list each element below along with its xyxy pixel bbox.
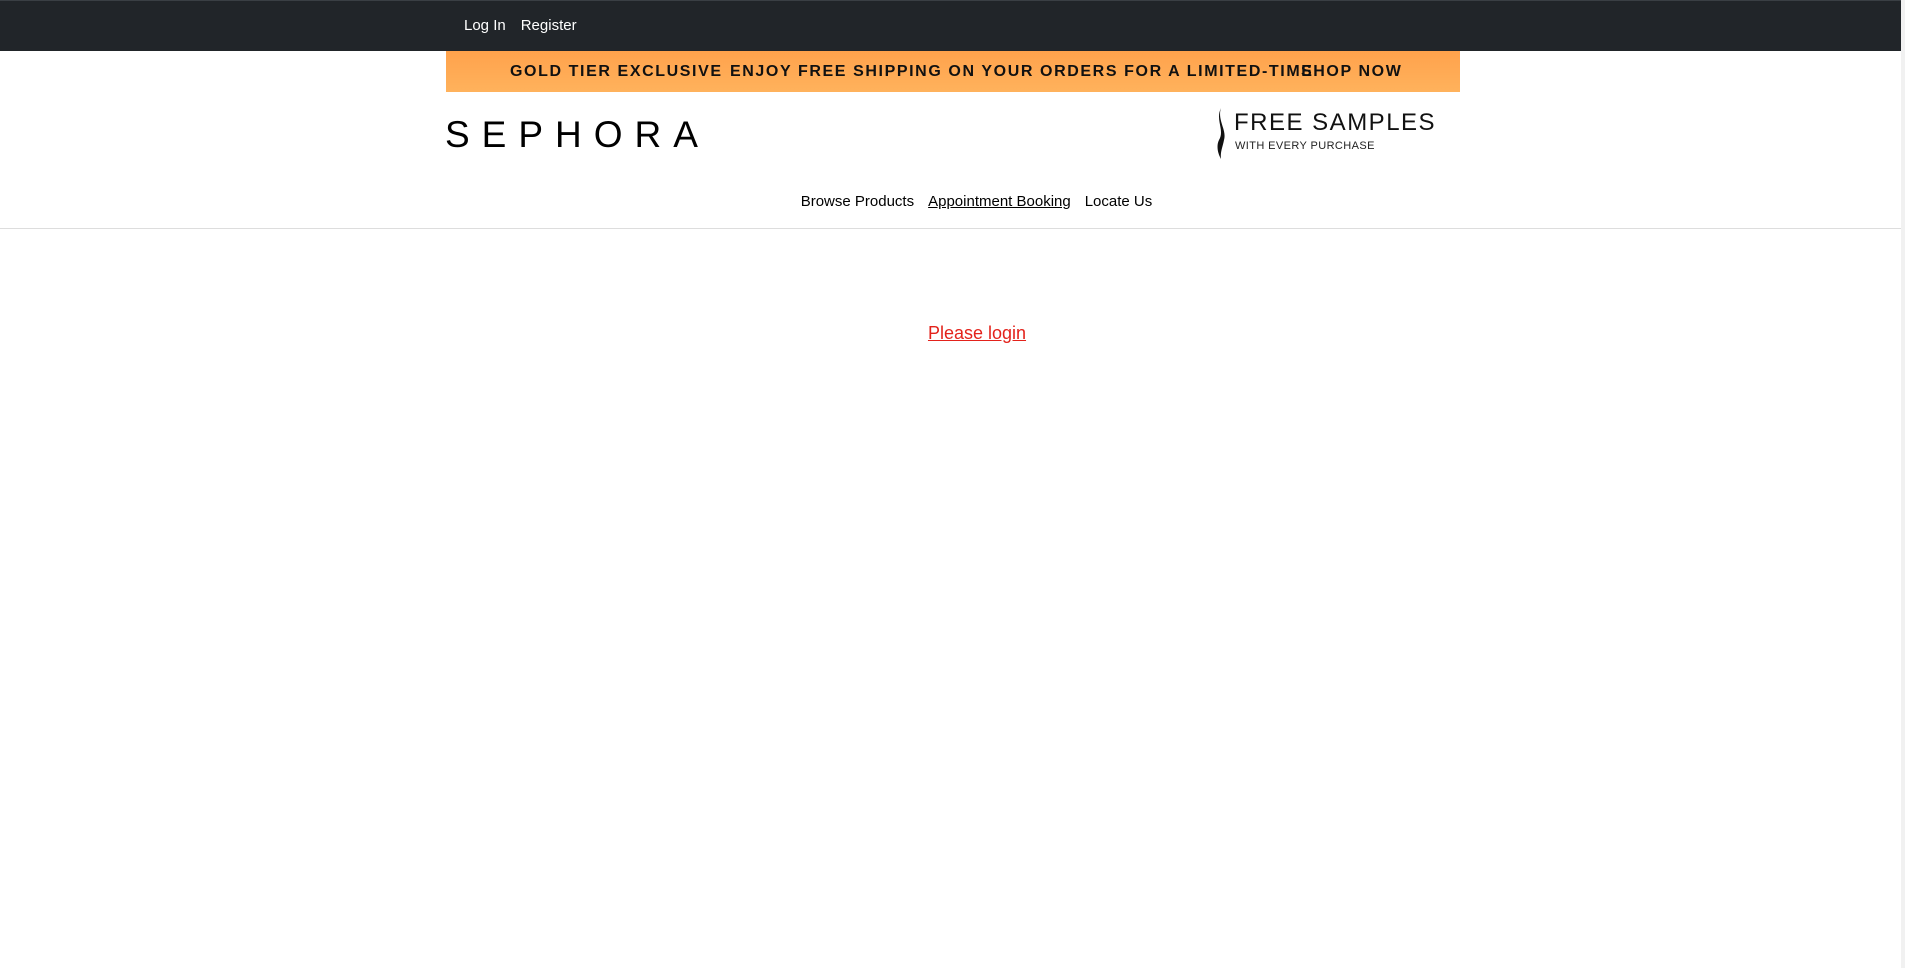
nav-appointment-booking[interactable]: Appointment Booking [928,192,1071,212]
please-login-link[interactable]: Please login [928,323,1026,343]
register-link[interactable]: Register [521,17,577,35]
nav-locate-us[interactable]: Locate Us [1085,192,1153,212]
promo-shop-now[interactable]: SHOP NOW [1301,62,1402,82]
page: Log In Register GOLD TIER EXCLUSIVE ENJO… [0,0,1905,968]
top-navbar: Log In Register [0,0,1905,51]
promo-shipping-text: ENJOY FREE SHIPPING ON YOUR ORDERS FOR A… [730,63,1314,80]
login-message: Please login [0,321,1905,345]
free-samples-subtitle: WITH EVERY PURCHASE [1235,140,1375,152]
scrollbar[interactable] [1901,0,1905,968]
sephora-logo[interactable]: SEPHORA [445,113,710,157]
login-link[interactable]: Log In [464,17,506,35]
header-divider [0,228,1905,229]
sephora-flame-icon [1217,108,1225,159]
free-samples-title: FREE SAMPLES [1234,109,1437,136]
free-samples-banner[interactable]: FREE SAMPLES WITH EVERY PURCHASE [1212,106,1435,161]
nav-browse-products[interactable]: Browse Products [801,192,914,212]
promo-banner[interactable]: GOLD TIER EXCLUSIVE ENJOY FREE SHIPPING … [446,51,1460,92]
account-links: Log In Register [464,17,577,35]
promo-tier-text: GOLD TIER EXCLUSIVE [510,63,723,80]
main-nav: Browse Products Appointment Booking Loca… [0,192,1905,212]
